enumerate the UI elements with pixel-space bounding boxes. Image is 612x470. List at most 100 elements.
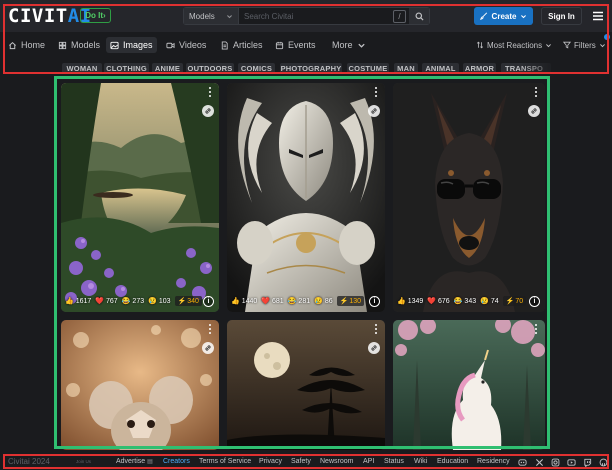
heart-count: 676 <box>438 297 450 305</box>
buzz-tip[interactable]: ⚡ 340 <box>174 296 202 306</box>
logo-text: CIVIT <box>8 5 68 27</box>
laugh-icon: 😂 <box>121 298 131 305</box>
filters-dropdown[interactable]: Filters <box>563 37 606 53</box>
search-type-select[interactable]: Models <box>184 8 239 24</box>
remix-link-icon[interactable] <box>202 342 214 354</box>
nav-events[interactable]: Events <box>271 37 320 53</box>
image-unicorn-forest <box>393 320 545 450</box>
lightning-icon: ⚡ <box>177 298 187 305</box>
info-icon[interactable]: i <box>369 296 380 307</box>
nav-images[interactable]: Images <box>106 37 157 53</box>
card-menu-icon[interactable] <box>373 87 379 97</box>
cry-reaction[interactable]: 😢 86 <box>314 297 333 306</box>
card-menu-icon[interactable] <box>533 324 539 334</box>
tag-photography[interactable]: PHOTOGRAPHY <box>280 63 342 74</box>
footer-link-creators[interactable]: Creators <box>163 458 190 465</box>
footer-link-privacy[interactable]: Privacy <box>259 458 282 465</box>
image-card[interactable]: 👍 1349 ❤️ 676 😂 343 😢 74 ⚡ 70 i <box>393 83 545 312</box>
image-card[interactable] <box>61 320 219 450</box>
cry-reaction[interactable]: 😢 74 <box>480 297 499 306</box>
tag-anime[interactable]: ANIME <box>152 63 183 74</box>
image-card[interactable] <box>393 320 545 450</box>
nav-models[interactable]: Models <box>54 37 104 53</box>
card-menu-icon[interactable] <box>207 87 213 97</box>
card-menu-icon[interactable] <box>373 324 379 334</box>
github-icon[interactable] <box>599 458 608 467</box>
instagram-icon[interactable] <box>551 458 560 467</box>
buzz-tip[interactable]: ⚡ 130 <box>336 296 365 306</box>
info-icon[interactable]: i <box>203 296 214 307</box>
search-input[interactable] <box>239 8 393 24</box>
x-twitter-icon[interactable] <box>535 458 544 467</box>
nav-more[interactable]: More <box>328 37 370 53</box>
footer-link-education[interactable]: Education <box>437 458 468 465</box>
like-reaction[interactable]: 👍 1440 <box>231 297 257 306</box>
laugh-reaction[interactable]: 😂 273 <box>121 297 145 306</box>
image-doberman-sunglasses <box>393 83 545 312</box>
heart-count: 767 <box>106 297 118 305</box>
tag-armor[interactable]: ARMOR <box>463 63 496 74</box>
image-card[interactable]: 👍 1440 ❤️ 681 😂 281 😢 86 ⚡ 130 i <box>227 83 385 312</box>
create-button[interactable]: Create <box>474 7 533 25</box>
tag-woman[interactable]: WOMAN <box>62 63 102 74</box>
image-card[interactable]: 👍 1617 ❤️ 767 😂 273 😢 103 ⚡ 340 i <box>61 83 219 312</box>
nav-articles[interactable]: Articles <box>216 37 267 53</box>
do-it-label: Do It <box>85 11 104 20</box>
cry-count: 103 <box>158 297 171 305</box>
like-reaction[interactable]: 👍 1617 <box>65 297 91 306</box>
remix-link-icon[interactable] <box>368 342 380 354</box>
remix-link-icon[interactable] <box>528 105 540 117</box>
tag-animal[interactable]: ANIMAL <box>422 63 459 74</box>
laugh-reaction[interactable]: 😂 281 <box>288 297 310 306</box>
tag-clothing[interactable]: CLOTHING <box>104 63 149 74</box>
laugh-count: 343 <box>464 297 477 305</box>
cry-reaction[interactable]: 😢 103 <box>148 297 171 306</box>
heart-reaction[interactable]: ❤️ 681 <box>261 297 283 306</box>
laugh-count: 273 <box>132 297 145 305</box>
footer-link-residency[interactable]: Residency <box>477 458 510 465</box>
twitch-icon[interactable] <box>583 458 592 467</box>
nav-home[interactable]: Home <box>4 37 49 53</box>
cry-count: 74 <box>490 297 499 305</box>
tag-man[interactable]: MAN <box>394 63 418 74</box>
footer-link-wiki[interactable]: Wiki <box>414 458 427 465</box>
remix-link-icon[interactable] <box>202 105 214 117</box>
footer-link-safety[interactable]: Safety <box>291 458 311 465</box>
lightning-icon: ⚡ <box>505 298 515 305</box>
filters-label: Filters <box>574 40 596 50</box>
ad-icon: ▤ <box>147 459 153 465</box>
footer-link-terms[interactable]: Terms of Service <box>199 458 251 465</box>
footer-link-api[interactable]: API <box>363 458 374 465</box>
sign-in-button[interactable]: Sign In <box>541 7 582 25</box>
tag-outdoors[interactable]: OUTDOORS <box>186 63 234 74</box>
nav-videos[interactable]: Videos <box>162 37 210 53</box>
tag-comics[interactable]: COMICS <box>238 63 275 74</box>
buzz-count: 130 <box>349 297 362 305</box>
buzz-tip[interactable]: ⚡ 70 <box>502 296 527 306</box>
footer-link-advertise[interactable]: Advertise ▤ <box>116 458 153 465</box>
hamburger-menu-icon[interactable] <box>591 9 605 23</box>
heart-icon: ❤️ <box>427 298 437 305</box>
heart-reaction[interactable]: ❤️ 676 <box>427 297 450 306</box>
heart-reaction[interactable]: ❤️ 767 <box>95 297 118 306</box>
reaction-stats: 👍 1617 ❤️ 767 😂 273 😢 103 ⚡ 340 <box>65 295 202 307</box>
remix-link-icon[interactable] <box>368 105 380 117</box>
footer-link-newsroom[interactable]: Newsroom <box>320 458 353 465</box>
youtube-icon[interactable] <box>567 458 576 467</box>
search-bar: Models / <box>183 7 430 25</box>
nav-more-label: More <box>332 40 353 50</box>
footer-link-status[interactable]: Status <box>384 458 404 465</box>
top-bar: CIVITAI Do It› Models / Create Sign In <box>0 0 612 32</box>
tag-costume[interactable]: COSTUME <box>347 63 389 74</box>
like-reaction[interactable]: 👍 1349 <box>397 297 423 306</box>
do-it-button[interactable]: Do It › <box>80 8 111 23</box>
discord-icon[interactable] <box>518 458 527 467</box>
heart-icon: ❤️ <box>95 298 105 305</box>
card-menu-icon[interactable] <box>207 324 213 334</box>
card-menu-icon[interactable] <box>533 87 539 97</box>
image-card[interactable] <box>227 320 385 450</box>
search-button[interactable] <box>409 8 429 24</box>
sort-dropdown[interactable]: Most Reactions <box>476 37 552 53</box>
info-icon[interactable]: i <box>529 296 540 307</box>
laugh-reaction[interactable]: 😂 343 <box>454 297 477 306</box>
